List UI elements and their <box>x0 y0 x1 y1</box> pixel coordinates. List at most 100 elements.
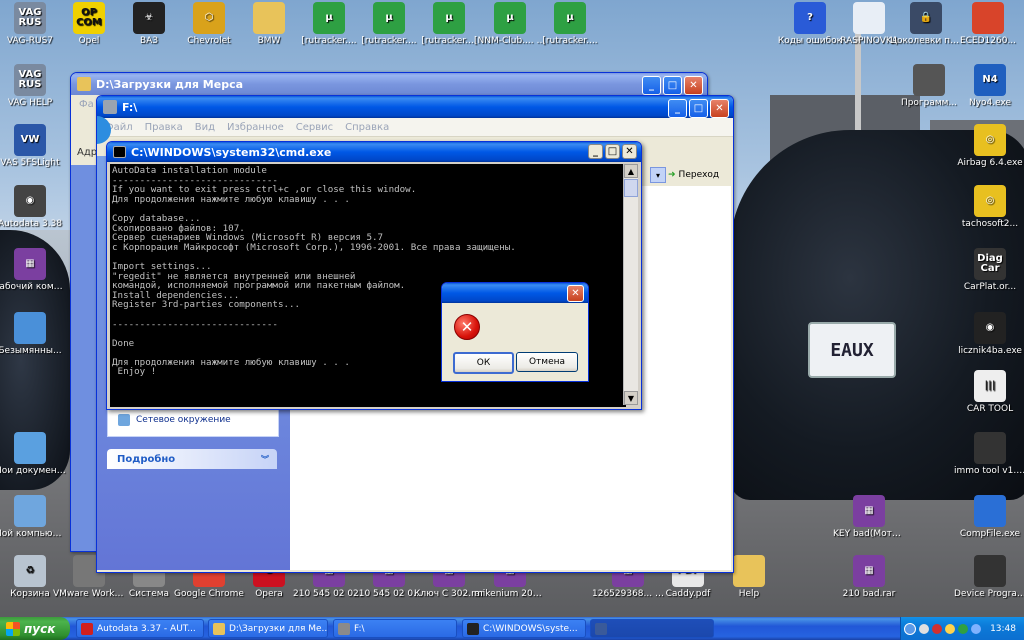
desktop-icon[interactable]: Diag Car CarPlat.or... <box>952 248 1024 292</box>
utorrent-icon: µ <box>554 2 586 34</box>
desktop-icon-label: tachosoft2... <box>961 219 1019 229</box>
go-button[interactable]: ➜ Переход <box>668 167 726 183</box>
network-places-link[interactable]: Сетевое окружение <box>118 414 231 426</box>
menu-view[interactable]: Вид <box>195 122 215 133</box>
maximize-button[interactable]: □ <box>605 144 620 159</box>
desktop-icon-label: Безымянны... <box>0 346 62 356</box>
address-bar-end: ▾ ➜ Переход <box>642 166 728 184</box>
folder-icon <box>733 555 765 587</box>
taskbar-button-label: F:\ <box>354 623 365 634</box>
utorrent-icon: µ <box>373 2 405 34</box>
address-label: Адр <box>77 147 98 158</box>
maximize-button[interactable]: □ <box>663 76 682 95</box>
language-tray-icon[interactable] <box>971 623 982 634</box>
taskbar-button[interactable]: F:\ <box>333 619 457 638</box>
address-dropdown-button[interactable]: ▾ <box>650 167 666 183</box>
diag-car-icon: Diag Car <box>974 248 1006 280</box>
tray-expand-icon[interactable] <box>904 622 917 635</box>
menu-edit[interactable]: Правка <box>145 122 183 133</box>
cancel-button[interactable]: Отмена <box>516 352 578 372</box>
desktop-icon[interactable]: CompFile.exe <box>952 495 1024 539</box>
ok-button[interactable]: ОК <box>453 352 514 374</box>
dialog-titlebar[interactable]: ✕ <box>442 283 588 303</box>
folder-icon <box>77 77 91 91</box>
my-computer-icon <box>14 495 46 527</box>
explorer-back-titlebar[interactable]: D:\Загрузки для Мерса _ □ ✕ <box>71 73 707 95</box>
desktop-icon[interactable]: ◎ tachosoft2... <box>952 185 1024 229</box>
security-tray-icon[interactable] <box>932 623 943 634</box>
minimize-button[interactable]: _ <box>668 99 687 118</box>
taskbar-button[interactable]: C:\WINDOWS\syste... <box>462 619 586 638</box>
close-button[interactable]: ✕ <box>684 76 703 95</box>
desktop-icon-label: VAG HELP <box>7 98 53 108</box>
desktop-icon[interactable]: Мой компьютер <box>0 495 68 539</box>
scroll-thumb[interactable] <box>624 179 638 197</box>
recycle-bin-icon: ♻ <box>14 555 46 587</box>
folder-icon <box>253 2 285 34</box>
taskbar-button[interactable]: D:\Загрузки для Ме... <box>208 619 328 638</box>
start-label: пуск <box>24 621 56 636</box>
taskbar-app-icon <box>595 622 607 635</box>
desktop-icon[interactable]: immo tool v1.1 cracked.exe <box>952 432 1024 476</box>
maximize-button[interactable]: □ <box>689 99 708 118</box>
vag-logo-icon: VAG RUS <box>14 2 46 34</box>
go-button-label: Переход <box>678 170 720 180</box>
clock[interactable]: 13:48 <box>990 624 1016 634</box>
menu-favorites[interactable]: Избранное <box>227 122 284 133</box>
target-icon: ◎ <box>974 124 1006 156</box>
window-title: C:\WINDOWS\system32\cmd.exe <box>131 145 332 159</box>
desktop-icon[interactable]: N4 Nyo4.exe <box>952 64 1024 108</box>
desktop-icon[interactable]: ◉ Autodata 3.38 <box>0 185 68 229</box>
close-button[interactable]: ✕ <box>622 144 637 159</box>
desktop-icon[interactable]: ▦ 210 bad.rar <box>831 555 907 599</box>
console-line: с Корпорация Майкрософт (Microsoft Corp.… <box>112 241 516 253</box>
details-label: Подробно <box>117 453 176 465</box>
close-button[interactable]: ✕ <box>710 99 729 118</box>
minimize-button[interactable]: _ <box>642 76 661 95</box>
network-icon <box>118 414 130 426</box>
volume-tray-icon[interactable] <box>945 623 956 634</box>
taskbar-app-icon <box>213 622 225 635</box>
explorer-front-titlebar[interactable]: F:\ _ □ ✕ <box>97 96 733 118</box>
close-button[interactable]: ✕ <box>567 285 584 302</box>
network-tray-icon[interactable] <box>919 623 930 634</box>
other-places-panel: Сетевое окружение <box>107 406 279 437</box>
vertical-scrollbar[interactable]: ▲ ▼ <box>623 164 638 405</box>
winrar-icon: ▦ <box>853 555 885 587</box>
chevron-down-icon[interactable]: ︾ <box>261 454 269 465</box>
desktop-icon[interactable]: ◎ Airbag 6.4.exe <box>952 124 1024 168</box>
menu-help[interactable]: Справка <box>345 122 389 133</box>
error-icon: ✕ <box>454 314 480 340</box>
desktop-icon[interactable]: Безымянны... <box>0 312 68 356</box>
desktop-icon[interactable]: ▦ Рабочий компле... <box>0 248 68 292</box>
menu-file[interactable]: Фа <box>79 99 94 110</box>
desktop-icon[interactable]: Device Program... <box>952 555 1024 599</box>
desktop-icon-label: Autodata 3.38 <box>0 219 63 229</box>
error-dialog[interactable]: ✕ ✕ ОК Отмена <box>441 282 589 382</box>
windows-logo-icon <box>6 621 20 636</box>
cmd-titlebar[interactable]: C:\WINDOWS\system32\cmd.exe _ □ ✕ <box>107 142 641 162</box>
details-panel-header[interactable]: Подробно ︾ <box>107 449 277 469</box>
minimize-button[interactable]: _ <box>588 144 603 159</box>
opcom-icon: OP COM <box>73 2 105 34</box>
desktop-icon[interactable]: ECED1260... <box>950 2 1024 46</box>
menu-tools[interactable]: Сервис <box>296 122 333 133</box>
desktop-icon[interactable]: µ [rutracker.... <box>532 2 608 46</box>
desktop-icon[interactable]: ◉ licznik4ba.exe <box>952 312 1024 356</box>
desktop-icon-label: Мои документы <box>0 466 68 476</box>
scroll-down-arrow-icon[interactable]: ▼ <box>624 391 638 405</box>
desktop-icon-label: Nyo4.exe <box>968 98 1012 108</box>
taskbar-button[interactable] <box>590 619 714 638</box>
taskbar-button[interactable]: Autodata 3.37 - AUT... <box>76 619 204 638</box>
antivirus-tray-icon[interactable] <box>958 623 969 634</box>
winrar-icon: ▦ <box>853 495 885 527</box>
window-title: F:\ <box>122 100 138 114</box>
desktop-icon[interactable]: ||| CAR TOOL <box>952 370 1024 414</box>
desktop-icon[interactable]: VW VAS 5FSLight <box>0 124 68 168</box>
desktop-icon[interactable]: VAG RUS VAG HELP <box>0 64 68 108</box>
target-icon: ◎ <box>974 185 1006 217</box>
start-button[interactable]: пуск <box>0 617 70 640</box>
desktop-icon[interactable]: Мои документы <box>0 432 68 476</box>
desktop-icon[interactable]: ▦ KEY bad(Мотор... <box>831 495 907 539</box>
scroll-up-arrow-icon[interactable]: ▲ <box>624 164 638 178</box>
